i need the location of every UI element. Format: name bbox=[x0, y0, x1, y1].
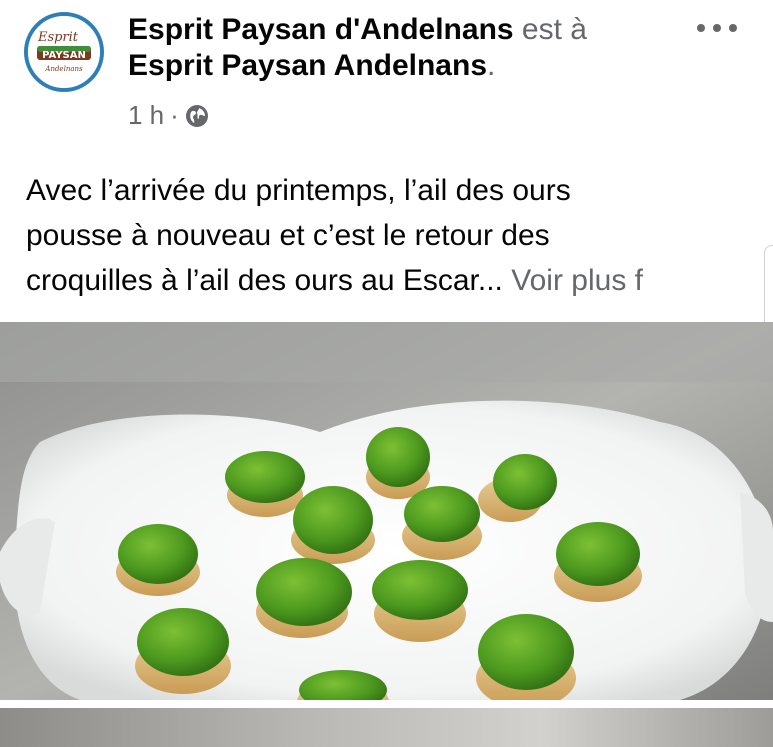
post-text: Avec l’arrivée du printemps, l’ail des o… bbox=[26, 168, 766, 303]
svg-text:Andelnans: Andelnans bbox=[44, 65, 83, 73]
more-options-button[interactable] bbox=[697, 18, 737, 38]
connector-text: est à bbox=[521, 13, 587, 46]
post-meta: 1 h · bbox=[128, 100, 209, 131]
post-photo[interactable] bbox=[0, 322, 773, 700]
post-text-line: croquilles à l’ail des ours au Escar... … bbox=[26, 258, 766, 303]
post-text-line: pousse à nouveau et c’est le retour des bbox=[26, 219, 550, 252]
see-more-link[interactable]: Voir plus f bbox=[511, 264, 643, 297]
location-suffix: . bbox=[487, 49, 496, 82]
post-header: Esprit PAYSAN Andelnans Esprit Paysan d'… bbox=[0, 0, 773, 150]
svg-text:PAYSAN: PAYSAN bbox=[42, 50, 86, 61]
meta-separator: · bbox=[170, 100, 179, 130]
more-dot bbox=[729, 24, 737, 32]
globe-icon bbox=[185, 104, 208, 127]
page-logo-icon: Esprit PAYSAN Andelnans bbox=[28, 16, 100, 88]
snail-appetizer-photo bbox=[0, 322, 773, 700]
post-author-line: Esprit Paysan d'Andelnans est à Esprit P… bbox=[128, 12, 688, 84]
post-text-line: Avec l’arrivée du printemps, l’ail des o… bbox=[26, 174, 571, 207]
author-name[interactable]: Esprit Paysan d'Andelnans bbox=[128, 13, 514, 46]
next-photo-preview[interactable] bbox=[0, 708, 773, 747]
post-text-line-3: croquilles à l’ail des ours au Escar... bbox=[26, 264, 503, 297]
location-name[interactable]: Esprit Paysan Andelnans bbox=[128, 49, 487, 82]
more-dot bbox=[713, 24, 721, 32]
page-avatar[interactable]: Esprit PAYSAN Andelnans bbox=[24, 12, 104, 92]
more-horizontal-icon bbox=[697, 24, 705, 32]
svg-text:Esprit: Esprit bbox=[37, 30, 79, 45]
post-time[interactable]: 1 h bbox=[128, 100, 164, 131]
